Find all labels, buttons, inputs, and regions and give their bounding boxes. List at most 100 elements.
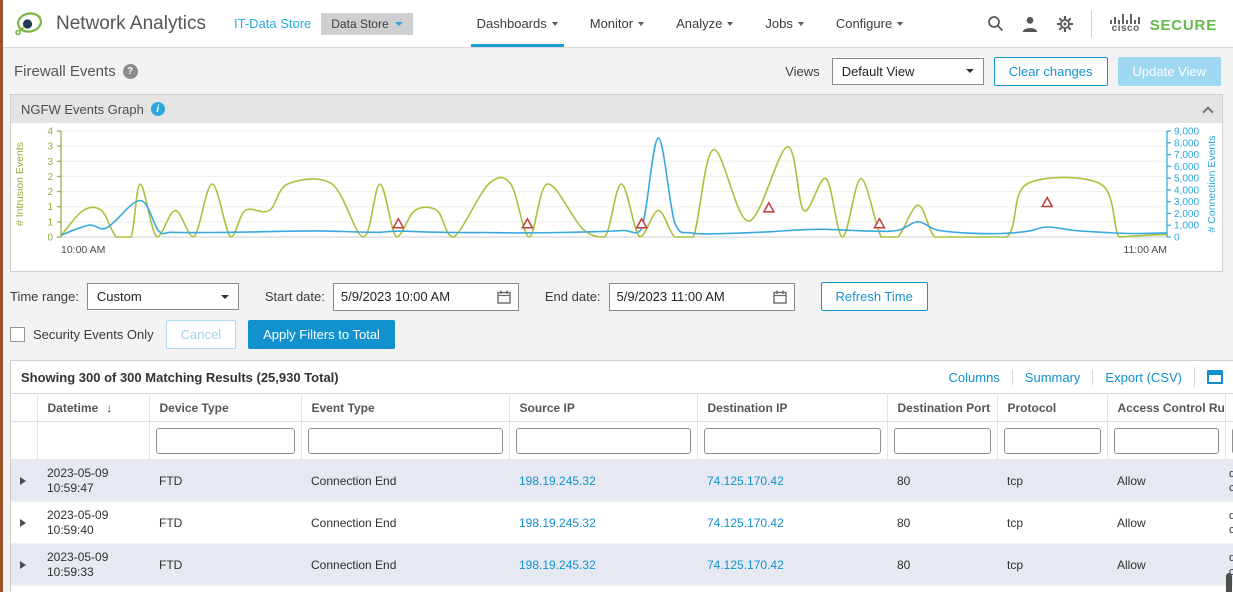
svg-text:2,000: 2,000 — [1174, 209, 1199, 220]
destination-ip-link[interactable]: 74.125.170.42 — [707, 474, 784, 488]
source-ip-link[interactable]: 198.19.245.32 — [519, 558, 596, 572]
main-nav: Dashboards Monitor Analyze Jobs Configur… — [477, 0, 936, 47]
filter-cell — [1107, 422, 1225, 460]
clear-changes-button[interactable]: Clear changes — [994, 57, 1108, 86]
info-icon[interactable]: i — [151, 102, 165, 116]
chevron-down-icon — [727, 22, 733, 26]
source-ip-filter-input[interactable] — [516, 428, 691, 454]
time-controls: Time range: Custom Start date: End date:… — [10, 282, 1223, 311]
collapse-chevron-icon[interactable] — [1202, 106, 1213, 117]
start-date-input[interactable] — [341, 289, 479, 304]
nav-label: Jobs — [765, 16, 792, 31]
row-expander[interactable] — [11, 460, 37, 502]
sort-desc-icon[interactable]: ↓ — [106, 401, 112, 415]
col-truncated[interactable]: A — [1225, 394, 1233, 422]
views-label: Views — [785, 64, 819, 79]
update-view-button[interactable]: Update View — [1118, 57, 1221, 86]
row-expander[interactable] — [11, 544, 37, 586]
svg-text:0: 0 — [47, 233, 53, 244]
user-icon[interactable] — [1021, 15, 1039, 33]
col-destination-ip[interactable]: Destination IP — [697, 394, 887, 422]
maximize-icon[interactable] — [1207, 370, 1223, 384]
chevron-down-icon — [638, 22, 644, 26]
col-datetime[interactable]: Datetime↓ — [37, 394, 149, 422]
source-ip-link[interactable]: 198.19.245.32 — [519, 516, 596, 530]
export-csv-link[interactable]: Export (CSV) — [1093, 370, 1194, 385]
col-device-type[interactable]: Device Type — [149, 394, 301, 422]
destination-ip-link[interactable]: 74.125.170.42 — [707, 558, 784, 572]
expander-column-header — [11, 394, 37, 422]
search-icon[interactable] — [987, 15, 1004, 32]
col-label: Source IP — [520, 401, 575, 415]
col-protocol[interactable]: Protocol — [997, 394, 1107, 422]
filter-actions: Security Events Only Cancel Apply Filter… — [10, 320, 1223, 349]
security-events-only-label: Security Events Only — [33, 327, 154, 342]
col-source-ip[interactable]: Source IP — [509, 394, 697, 422]
summary-link[interactable]: Summary — [1013, 370, 1094, 385]
intrusion-alert-marker[interactable] — [522, 219, 532, 228]
filter-cell-datetime — [37, 422, 149, 460]
expand-row-icon[interactable] — [20, 519, 26, 527]
intrusion-alert-marker[interactable] — [1042, 198, 1052, 207]
cancel-button[interactable]: Cancel — [166, 320, 236, 349]
ngfw-chart: 433221109,0008,0007,0006,0005,0004,0003,… — [11, 123, 1222, 271]
time-range-label: Time range: — [10, 289, 79, 304]
start-date-field — [333, 283, 519, 311]
nav-monitor[interactable]: Monitor — [590, 0, 644, 47]
views-controls: Views Default View Clear changes Update … — [785, 57, 1221, 86]
device-type-filter-input[interactable] — [156, 428, 295, 454]
intrusion-alert-marker[interactable] — [393, 219, 403, 228]
source-ip-link[interactable]: 198.19.245.32 — [519, 474, 596, 488]
apply-filters-button[interactable]: Apply Filters to Total — [248, 320, 395, 349]
refresh-time-button[interactable]: Refresh Time — [821, 282, 928, 311]
destination-port-filter-input[interactable] — [894, 428, 991, 454]
row-expander[interactable] — [11, 586, 37, 592]
expand-row-icon[interactable] — [20, 561, 26, 569]
col-label: Destination Port — [898, 401, 991, 415]
security-events-only-checkbox[interactable] — [10, 327, 25, 342]
time-range-select[interactable]: Custom — [87, 283, 239, 310]
chevron-down-icon — [966, 69, 974, 73]
col-access-control-rule[interactable]: Access Control Rul... — [1107, 394, 1225, 422]
table-body: 2023-05-0910:59:47FTDConnection End198.1… — [11, 460, 1233, 592]
results-summary: Showing 300 of 300 Matching Results (25,… — [21, 370, 339, 385]
row-expander[interactable] — [11, 502, 37, 544]
col-label: Access Control Rul... — [1118, 401, 1226, 415]
nav-configure[interactable]: Configure — [836, 0, 903, 47]
destination-ip-filter-input[interactable] — [704, 428, 881, 454]
svg-text:9,000: 9,000 — [1174, 127, 1199, 138]
graph-panel-header: NGFW Events Graph i — [11, 95, 1222, 123]
access-control-filter-input[interactable] — [1114, 428, 1219, 454]
end-date-input[interactable] — [617, 289, 755, 304]
expand-row-icon[interactable] — [20, 477, 26, 485]
columns-link[interactable]: Columns — [937, 370, 1013, 385]
intrusion-alert-marker[interactable] — [637, 219, 647, 228]
svg-text:3,000: 3,000 — [1174, 197, 1199, 208]
vertical-scrollbar-thumb[interactable] — [1226, 573, 1232, 592]
secure-wordmark: SECURE — [1150, 17, 1217, 34]
data-store-badge[interactable]: Data Store — [321, 13, 412, 35]
svg-text:4,000: 4,000 — [1174, 185, 1199, 196]
calendar-icon[interactable] — [773, 290, 787, 304]
nav-dashboards[interactable]: Dashboards — [477, 0, 558, 47]
event-type-cell: Connection End — [301, 460, 509, 502]
calendar-icon[interactable] — [497, 290, 511, 304]
gear-icon[interactable] — [1056, 15, 1074, 33]
destination-port-cell: 80 — [887, 460, 997, 502]
event-type-filter-input[interactable] — [308, 428, 503, 454]
top-bar: Network Analytics IT-Data Store Data Sto… — [0, 0, 1233, 48]
col-event-type[interactable]: Event Type — [301, 394, 509, 422]
help-icon[interactable]: ? — [123, 64, 138, 79]
series-connection-events — [61, 138, 1167, 235]
destination-ip-link[interactable]: 74.125.170.42 — [707, 516, 784, 530]
destination-port-cell: 80 — [887, 502, 997, 544]
domain-link[interactable]: IT-Data Store — [234, 16, 311, 31]
views-select[interactable]: Default View — [832, 58, 984, 85]
col-destination-port[interactable]: Destination Port — [887, 394, 997, 422]
nav-jobs[interactable]: Jobs — [765, 0, 803, 47]
destination-port-cell: 80 — [887, 544, 997, 586]
protocol-filter-input[interactable] — [1004, 428, 1101, 454]
nav-analyze[interactable]: Analyze — [676, 0, 733, 47]
data-store-badge-label: Data Store — [331, 17, 388, 31]
intrusion-alert-marker[interactable] — [764, 203, 774, 212]
